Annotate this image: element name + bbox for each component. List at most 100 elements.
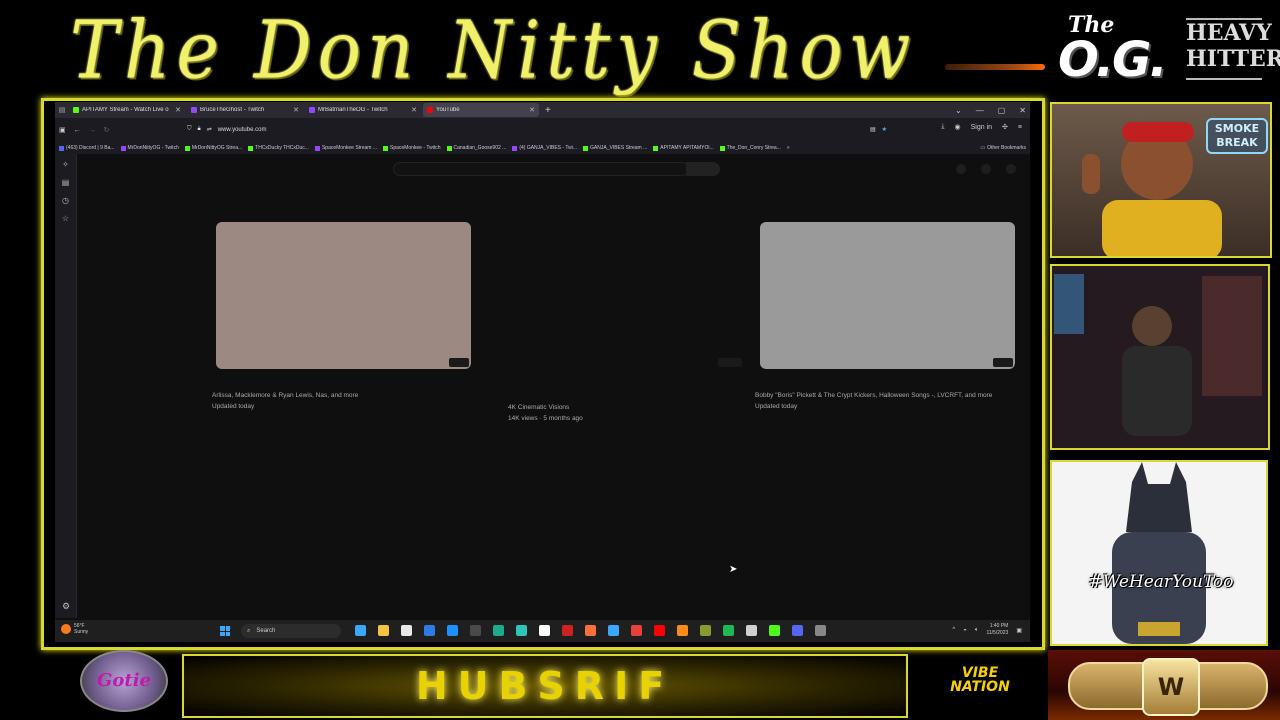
video-channels[interactable]: Arlissa, Macklemore & Ryan Lewis, Nas, a… (212, 390, 358, 401)
tab-label: BruceTheGhost - Twitch (200, 107, 265, 113)
history-icon[interactable]: ◷ (55, 196, 76, 208)
clock[interactable]: 1:40 PM 11/5/2023 (986, 623, 1008, 637)
bookmark-item[interactable]: Canadian_Goose902 ... (446, 145, 506, 151)
taskbar-app-icon[interactable] (769, 625, 780, 636)
taskbar-app-icon[interactable] (470, 625, 481, 636)
synced-tabs-icon[interactable]: ▤ (55, 178, 76, 190)
taskbar-app-icon[interactable] (654, 625, 665, 636)
forward-button[interactable]: → (89, 127, 96, 134)
sidebar-toggle-icon[interactable]: ▣ (59, 126, 66, 134)
bookmark-item[interactable]: THCxDucky THCxDuc... (248, 145, 309, 151)
shield-icon[interactable]: ⛉ (187, 126, 192, 133)
bookmark-item[interactable]: MrDonNittyOG Strea... (184, 145, 242, 151)
search-button[interactable] (686, 162, 720, 176)
close-icon[interactable]: ✕ (411, 106, 417, 114)
taskbar-search[interactable]: ⌕ Search (241, 624, 341, 638)
system-tray: ^ ◒ 🔈︎ 1:40 PM 11/5/2023 ▣ (952, 623, 1022, 637)
kick-icon (446, 145, 452, 151)
url-bar[interactable]: ⛉ 🔒︎ ⇌ www.youtube.com ▤ ★ (187, 122, 887, 137)
belt-plate: W (1142, 658, 1200, 716)
notifications-icon[interactable] (981, 164, 991, 174)
taskbar-app-icon[interactable] (516, 625, 527, 636)
reader-view-icon[interactable]: ▤ (870, 126, 876, 133)
bookmark-item[interactable]: SpaceMonkee Stream ... (314, 145, 377, 151)
lock-icon[interactable]: 🔒︎ (198, 126, 201, 133)
back-button[interactable]: ← (74, 127, 81, 134)
sign-in-button[interactable]: Sign in (971, 124, 992, 131)
taskbar-app-icon[interactable] (792, 625, 803, 636)
bookmarks-icon[interactable]: ☆ (55, 214, 76, 226)
download-icon[interactable]: ⤓ (941, 123, 944, 131)
start-button[interactable] (220, 626, 230, 636)
tab-youtube[interactable]: YouTube ✕ (423, 103, 539, 117)
minimize-button[interactable]: — (976, 106, 984, 115)
bookmark-item[interactable]: (4) GANJA_VIBES - Twi... (512, 145, 577, 151)
tab-list-icon[interactable]: ▤ (55, 106, 69, 114)
close-window-button[interactable]: ✕ (1019, 106, 1026, 115)
chevron-up-icon[interactable]: ^ (952, 627, 955, 633)
taskbar-app-icon[interactable] (493, 625, 504, 636)
tab-brucetheghost[interactable]: BruceTheGhost - Twitch ✕ (187, 103, 303, 117)
reload-button[interactable]: ↻ (104, 126, 110, 134)
create-icon[interactable] (956, 164, 966, 174)
taskbar-app-icon[interactable] (631, 625, 642, 636)
close-icon[interactable]: ✕ (529, 106, 535, 114)
bookmark-item[interactable]: APITAMY APITAMYOl... (653, 145, 714, 151)
taskbar-app-icon[interactable] (608, 625, 619, 636)
close-icon[interactable]: ✕ (293, 106, 299, 114)
notification-icon[interactable]: ▣ (1016, 627, 1022, 634)
bookmark-item[interactable]: GANJA_VIBES Stream ... (583, 145, 647, 151)
video-thumbnail[interactable] (718, 358, 742, 367)
tab-apitamy[interactable]: APITAMY Stream - Watch Live o ✕ (69, 103, 185, 117)
taskbar-app-icon[interactable] (815, 625, 826, 636)
menu-icon[interactable]: ≡ (1018, 124, 1022, 131)
gear-icon[interactable]: ⚙ (55, 601, 77, 612)
tab-mrbatmantheog[interactable]: MrBatmanTheOG - Twitch ✕ (305, 103, 421, 117)
banner-text: HUBSRIF (415, 664, 675, 708)
weather-widget[interactable]: 56°F Sunny (61, 623, 88, 635)
other-bookmarks[interactable]: ▭ Other Bookmarks (980, 145, 1026, 151)
taskbar-app-icon[interactable] (746, 625, 757, 636)
bookmark-star-icon[interactable]: ★ (882, 126, 887, 133)
taskbar-app-icon[interactable] (539, 625, 550, 636)
taskbar-app-icon[interactable] (700, 625, 711, 636)
video-channels[interactable]: Bobby "Boris" Pickett & The Crypt Kicker… (755, 390, 992, 401)
taskbar-app-icon[interactable] (585, 625, 596, 636)
round-logo: Gotie (80, 650, 168, 712)
taskbar-app-icon[interactable] (355, 625, 366, 636)
url-text[interactable]: www.youtube.com (218, 127, 267, 133)
bookmark-item[interactable]: SpaceMonkee - Twitch (383, 145, 441, 151)
kick-icon (383, 145, 388, 151)
video-updated: Updated today (212, 403, 255, 410)
taskbar-app-icon[interactable] (723, 625, 734, 636)
taskbar-app-icon[interactable] (447, 625, 458, 636)
video-thumbnail[interactable] (216, 222, 471, 369)
bookmark-item[interactable]: MrDonNittyOG - Twitch (120, 145, 179, 151)
extensions-icon[interactable]: ✣ (1002, 123, 1008, 131)
video-thumbnail[interactable] (760, 222, 1015, 369)
taskbar-app-icon[interactable] (677, 625, 688, 636)
bookmark-item[interactable]: The_Don_Conry Strea... (719, 145, 781, 151)
volume-icon[interactable]: 🔈︎ (975, 627, 979, 634)
bookmark-item[interactable]: (463) Discord | 9 Ba... (59, 145, 115, 151)
ai-chatbot-icon[interactable]: ✧ (55, 160, 76, 172)
taskbar-app-icon[interactable] (424, 625, 435, 636)
taskbar-app-icon[interactable] (562, 625, 573, 636)
maximize-button[interactable]: ▢ (998, 106, 1006, 115)
network-icon[interactable]: ◒ (963, 627, 967, 633)
taskbar-app-icon[interactable] (401, 625, 412, 636)
kick-icon (248, 145, 254, 151)
avatar[interactable] (1006, 164, 1016, 174)
close-icon[interactable]: ✕ (175, 106, 181, 114)
playlist-badge (993, 358, 1013, 367)
webcam-feed (1052, 266, 1268, 448)
chevron-down-icon[interactable]: ⌄ (955, 106, 962, 115)
taskbar-app-icon[interactable] (378, 625, 389, 636)
video-meta: Bobby "Boris" Pickett & The Crypt Kicker… (755, 390, 992, 412)
account-icon[interactable]: ◉ (955, 123, 961, 131)
video-title[interactable]: 4K Cinematic Visions (508, 402, 583, 413)
chevron-right-icon[interactable]: » (787, 145, 790, 151)
search-input[interactable] (393, 162, 689, 176)
permissions-icon[interactable]: ⇌ (207, 126, 212, 133)
new-tab-button[interactable]: + (541, 105, 555, 116)
